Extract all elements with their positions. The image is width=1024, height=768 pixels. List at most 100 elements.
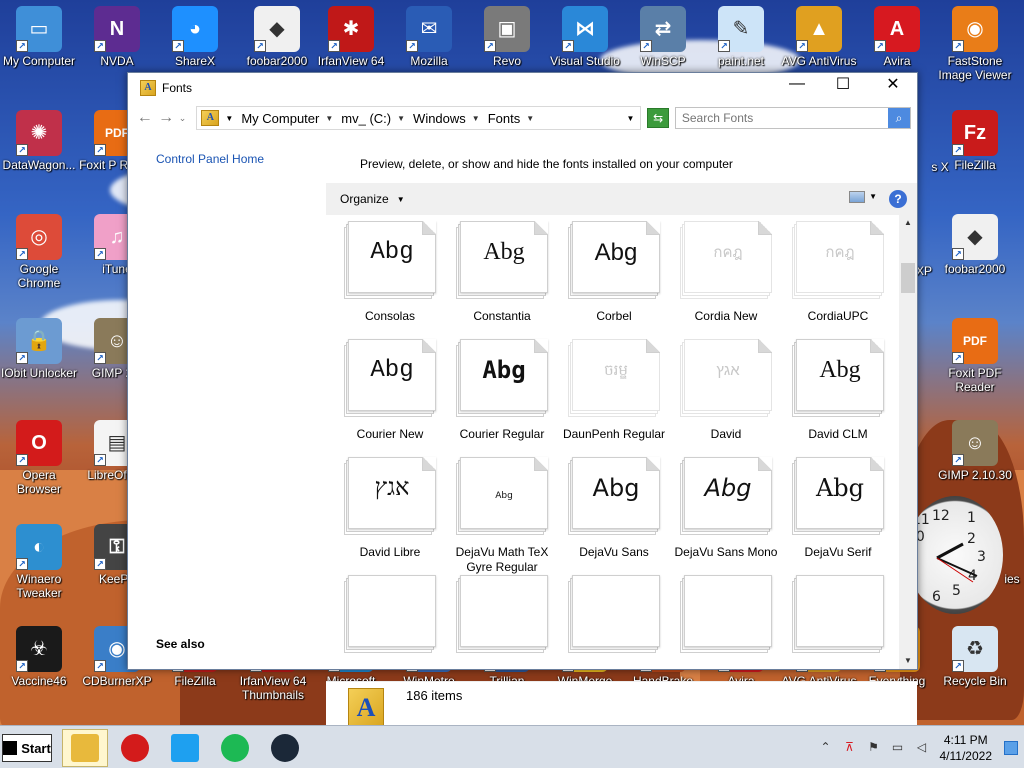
breadcrumb-fonts[interactable]: Fonts ▼ xyxy=(488,111,534,126)
desktop-icon[interactable]: N ↗ NVDA xyxy=(78,6,156,68)
show-hidden-icons-icon[interactable]: ⌃ xyxy=(817,740,835,756)
font-tile[interactable]: Abg Courier New xyxy=(334,339,446,442)
refresh-icon[interactable]: ⇆ xyxy=(647,108,669,128)
chevron-down-icon[interactable]: ▼ xyxy=(225,114,233,123)
clock-display[interactable]: 4:11 PM 4/11/2022 xyxy=(940,732,993,764)
start-button[interactable]: Start xyxy=(2,734,52,762)
app-icon: ✱↗ xyxy=(328,6,374,52)
breadcrumb-windows[interactable]: Windows ▼ xyxy=(413,111,480,126)
address-dropdown-icon[interactable]: ▼ xyxy=(627,114,635,123)
font-tile[interactable]: Abg Courier Regular xyxy=(446,339,558,442)
chevron-down-icon[interactable]: ▼ xyxy=(472,114,480,123)
font-tile[interactable]: Abg DejaVu Math TeX Gyre Regular xyxy=(446,457,558,575)
breadcrumb-label: My Computer xyxy=(241,110,320,126)
font-file-icon xyxy=(456,575,548,653)
taskbar-file-explorer-button[interactable] xyxy=(62,729,108,767)
desktop-icon[interactable]: ⋈ ↗ Visual Studio xyxy=(546,6,624,68)
organize-button[interactable]: Organize ▼ xyxy=(340,192,405,206)
search-input[interactable] xyxy=(675,111,888,125)
font-tile[interactable]: אגץ David xyxy=(670,339,782,442)
font-tile[interactable]: Abg Consolas xyxy=(334,221,446,324)
address-bar[interactable]: A ▼ My Computer ▼ mv_ (C:) ▼ Windows ▼ Font… xyxy=(196,106,642,130)
font-file-icon: אגץ xyxy=(680,339,772,417)
font-tile[interactable] xyxy=(782,575,894,663)
font-name: DejaVu Sans xyxy=(579,545,649,559)
desktop-icon[interactable]: ✺ ↗ DataWagon... xyxy=(0,110,78,172)
desktop-icon[interactable]: ◎ ↗ Google Chrome xyxy=(0,214,78,290)
scroll-thumb[interactable] xyxy=(901,263,915,293)
font-tile[interactable]: Abg DejaVu Serif xyxy=(782,457,894,560)
font-tile[interactable] xyxy=(334,575,446,663)
scroll-down-icon[interactable]: ▼ xyxy=(899,653,917,669)
taskbar-opera-button[interactable] xyxy=(112,729,158,767)
font-tile[interactable]: กคฎ Cordia New xyxy=(670,221,782,324)
font-tile[interactable]: Abg Constantia xyxy=(446,221,558,324)
desktop-icon[interactable]: ◕ ↗ ShareX xyxy=(156,6,234,68)
font-tile[interactable]: Abg DejaVu Sans xyxy=(558,457,670,560)
desktop-icon[interactable]: ◆ ↗ foobar2000 xyxy=(936,214,1014,276)
desktop-icon[interactable]: ♻ ↗ Recycle Bin xyxy=(936,626,1014,688)
volume-icon[interactable]: ◁ xyxy=(913,740,931,756)
taskbar-spotify-button[interactable] xyxy=(212,729,258,767)
close-button[interactable]: ✕ xyxy=(870,73,916,95)
back-arrow-icon[interactable]: ← xyxy=(134,109,155,127)
font-tile[interactable] xyxy=(446,575,558,663)
desktop-icon[interactable]: 🔒 ↗ IObit Unlocker xyxy=(0,318,78,380)
minimize-button[interactable]: — xyxy=(774,73,820,95)
breadcrumb-my-computer[interactable]: My Computer ▼ xyxy=(241,111,333,126)
title-bar[interactable]: A Fonts — ☐ ✕ xyxy=(128,73,917,103)
start-label: Start xyxy=(21,740,51,756)
desktop-icon[interactable]: ☣ ↗ Vaccine46 xyxy=(0,626,78,688)
flag-icon[interactable]: ⚑ xyxy=(865,740,883,756)
help-icon[interactable]: ? xyxy=(889,190,907,208)
breadcrumb-drive[interactable]: mv_ (C:) ▼ xyxy=(341,111,405,126)
forward-arrow-icon[interactable]: → xyxy=(155,109,176,127)
desktop-icon[interactable]: ✎ ↗ paint.net xyxy=(702,6,780,68)
control-panel-home-link[interactable]: Control Panel Home xyxy=(156,152,264,166)
font-tile[interactable]: กคฎ CordiaUPC xyxy=(782,221,894,324)
font-tile[interactable]: ចរម្ឌ DaunPenh Regular xyxy=(558,339,670,442)
shortcut-arrow-icon: ↗ xyxy=(16,660,28,672)
desktop-icon[interactable]: ◉ ↗ FastStone Image Viewer xyxy=(936,6,1014,82)
desktop-icon[interactable]: ☺ ↗ GIMP 2.10.30 xyxy=(936,420,1014,482)
avira-tray-icon[interactable]: ⊼ xyxy=(841,740,859,756)
desktop-icon[interactable]: O ↗ Opera Browser xyxy=(0,420,78,496)
shortcut-arrow-icon: ↗ xyxy=(952,144,964,156)
font-name: Courier Regular xyxy=(459,427,545,441)
desktop-icon[interactable]: ▭ ↗ My Computer xyxy=(0,6,78,68)
chevron-down-icon[interactable]: ▼ xyxy=(325,114,333,123)
desktop-icon[interactable]: ▲ ↗ AVG AntiVirus xyxy=(780,6,858,68)
desktop-icon[interactable]: A↗ Avira xyxy=(858,6,936,68)
font-tile[interactable]: Abg David CLM xyxy=(782,339,894,442)
desktop-icon[interactable]: PDF ↗ Foxit PDF Reader xyxy=(936,318,1014,394)
scroll-up-icon[interactable]: ▲ xyxy=(899,215,917,231)
font-tile[interactable] xyxy=(670,575,782,663)
font-sample: Abg xyxy=(370,357,414,384)
chevron-down-icon[interactable]: ▼ xyxy=(397,114,405,123)
change-view-icon[interactable] xyxy=(849,191,865,203)
desktop-icon[interactable]: ◐ ↗ Winaero Tweaker xyxy=(0,524,78,600)
font-tile[interactable]: Abg Corbel xyxy=(558,221,670,324)
desktop-icon[interactable]: ✉ ↗ Mozilla xyxy=(390,6,468,68)
font-tile[interactable] xyxy=(558,575,670,663)
vertical-scrollbar[interactable]: ▲ ▼ xyxy=(899,215,917,669)
desktop-icon-label: Avira xyxy=(883,54,911,68)
font-tile[interactable]: אגץ David Libre xyxy=(334,457,446,560)
taskbar-windows-button[interactable] xyxy=(162,729,208,767)
network-icon[interactable]: ▭ xyxy=(889,740,907,756)
maximize-button[interactable]: ☐ xyxy=(820,73,866,95)
recent-dropdown-icon[interactable]: ⌄ xyxy=(177,113,189,124)
taskbar-steam-button[interactable] xyxy=(262,729,308,767)
desktop-icon[interactable]: ✱ ↗ IrfanView 64 xyxy=(312,6,390,68)
font-tile[interactable]: Abg DejaVu Sans Mono xyxy=(670,457,782,560)
view-dropdown-icon[interactable]: ▼ xyxy=(869,192,877,201)
font-sample: Abg xyxy=(495,491,513,501)
desktop-icon[interactable]: ⇄ ↗ WinSCP xyxy=(624,6,702,68)
shortcut-arrow-icon: ↗ xyxy=(172,40,184,52)
search-icon[interactable]: ⌕ xyxy=(888,108,910,128)
desktop-icon[interactable]: ▣ ↗ Revo xyxy=(468,6,546,68)
search-box[interactable]: ⌕ xyxy=(674,107,911,129)
show-desktop-button[interactable] xyxy=(1004,740,1018,755)
desktop-icon[interactable]: ◆ ↗ foobar2000 xyxy=(238,6,316,68)
chevron-down-icon[interactable]: ▼ xyxy=(526,114,534,123)
